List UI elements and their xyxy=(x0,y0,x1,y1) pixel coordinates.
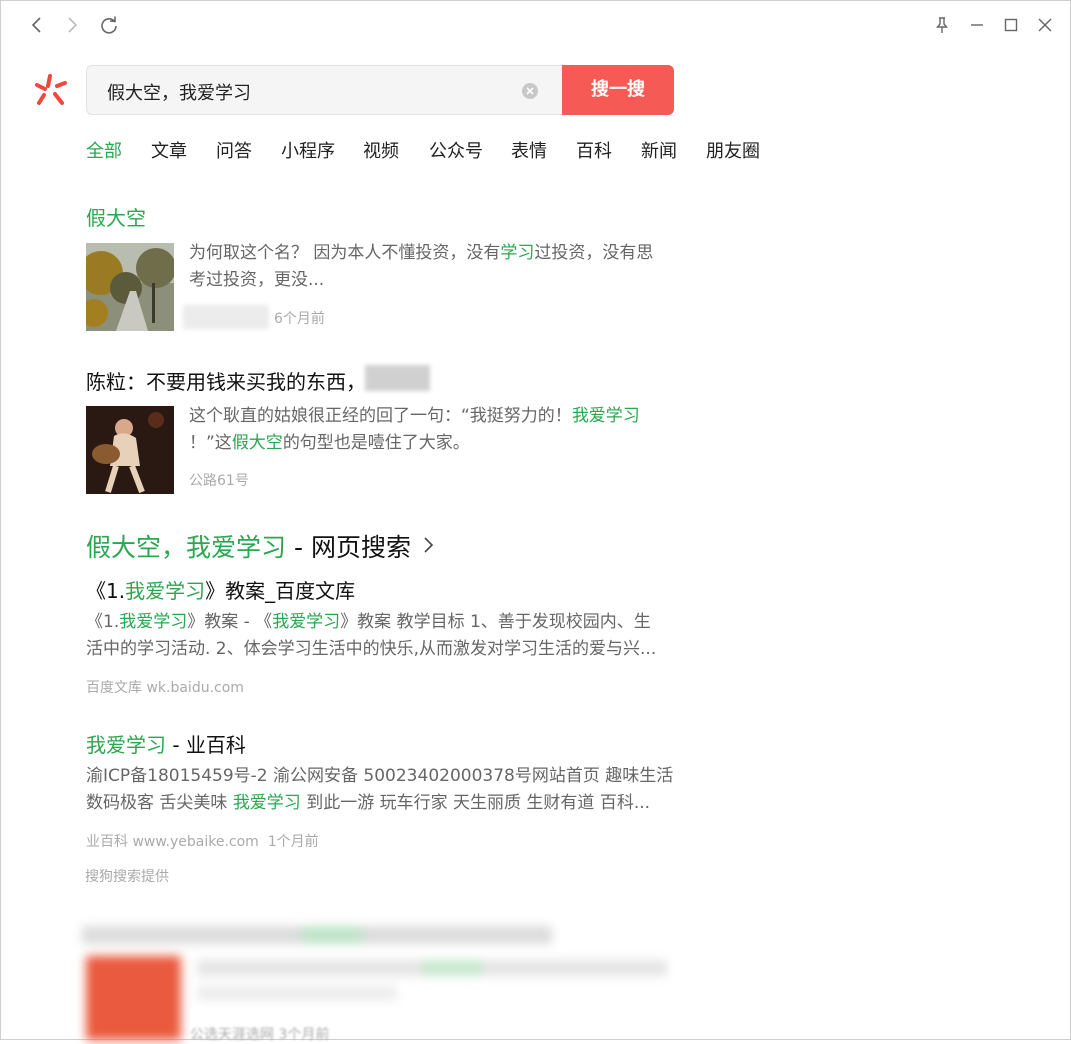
snippet-highlight: 我爱学习 xyxy=(119,612,188,632)
tab-official-accounts[interactable]: 公众号 xyxy=(429,137,483,163)
snippet-highlight: 我爱学习 xyxy=(272,612,341,632)
web-result-source-1: 百度文库 wk.baidu.com xyxy=(86,680,244,696)
tab-videos[interactable]: 视频 xyxy=(363,137,399,163)
tab-encyclopedia[interactable]: 百科 xyxy=(576,137,612,163)
snippet-text: 数码极客 舌尖美味 xyxy=(86,793,233,813)
snippet-text: 渝ICP备18015459号-2 渝公网安备 50023402000378号网站… xyxy=(86,766,674,786)
title-bar xyxy=(0,0,1071,50)
tab-news[interactable]: 新闻 xyxy=(641,137,677,163)
tab-mini-programs[interactable]: 小程序 xyxy=(281,137,335,163)
logo-icon xyxy=(33,72,69,108)
pin-icon[interactable] xyxy=(931,14,953,36)
snippet-text: 过投资，没有思 xyxy=(534,243,654,263)
snippet-text: ！”这 xyxy=(189,433,232,453)
search-query-text[interactable]: 假大空，我爱学习 xyxy=(107,79,251,105)
article-thumbnail-2[interactable] xyxy=(86,406,174,494)
web-result-title-1[interactable]: 《1.我爱学习》教案_百度文库 xyxy=(86,575,355,604)
separator: - xyxy=(286,533,311,562)
minimize-icon[interactable] xyxy=(966,14,988,36)
forward-icon[interactable] xyxy=(61,14,83,36)
tab-moments[interactable]: 朋友圈 xyxy=(706,137,760,163)
snippet-highlight: 我爱学习 xyxy=(571,406,640,426)
snippet-text: 考过投资，更没... xyxy=(189,270,325,290)
snippet-text: 为何取这个名？ 因为本人不懂投资，没有 xyxy=(189,243,501,263)
tab-qa[interactable]: 问答 xyxy=(216,137,252,163)
snippet-highlight: 假大空 xyxy=(231,433,283,453)
chevron-right-icon[interactable] xyxy=(421,535,435,555)
blurred-result xyxy=(72,920,672,1040)
redacted-title-part xyxy=(365,365,430,391)
snippet-highlight: 学习 xyxy=(500,243,535,263)
web-result-title-2[interactable]: 我爱学习 - 业百科 xyxy=(86,729,246,758)
web-search-label: 网页搜索 xyxy=(310,533,411,562)
web-result-source-2: 业百科 www.yebaike.com 1个月前 xyxy=(86,831,319,851)
snippet-text: 》教案 - 《 xyxy=(187,612,273,632)
snippet-text: 》教案 教学目标 1、善于发现校园内、生 xyxy=(340,612,651,632)
article-snippet-1: 为何取这个名？ 因为本人不懂投资，没有学习过投资，没有思 考过投资，更没... xyxy=(189,240,669,294)
refresh-icon[interactable] xyxy=(98,14,120,36)
snippet-text: 的句型也是噎住了大家。 xyxy=(282,433,470,453)
title-highlight: 我爱学习 xyxy=(125,579,206,603)
source-text: 业百科 www.yebaike.com xyxy=(86,834,259,850)
snippet-text: 这个耿直的姑娘很正经的回了一句：“我挺努力的！ xyxy=(189,406,572,426)
blurred-meta: 公选天涯选网 3个月前 xyxy=(190,1027,330,1043)
article-snippet-2: 这个耿直的姑娘很正经的回了一句：“我挺努力的！我爱学习 ！”这假大空的句型也是噎… xyxy=(189,403,679,457)
web-search-query: 假大空，我爱学习 xyxy=(86,533,287,562)
snippet-text: 到此一游 玩车行家 天生丽质 生财有道 百科... xyxy=(300,793,651,813)
article-title-2[interactable]: 陈粒：不要用钱来买我的东西， xyxy=(86,366,366,395)
web-result-snippet-2: 渝ICP备18015459号-2 渝公网安备 50023402000378号网站… xyxy=(86,763,676,817)
title-text: - 业百科 xyxy=(166,733,246,757)
snippet-highlight: 我爱学习 xyxy=(232,793,301,813)
search-button[interactable]: 搜一搜 xyxy=(562,65,674,115)
back-icon[interactable] xyxy=(26,14,48,36)
article-time-1: 6个月前 xyxy=(274,311,325,327)
web-search-header[interactable]: 假大空，我爱学习 - 网页搜索 xyxy=(86,528,411,564)
search-input[interactable]: 假大空，我爱学习 xyxy=(86,65,562,115)
tab-stickers[interactable]: 表情 xyxy=(511,137,547,163)
title-highlight: 我爱学习 xyxy=(86,733,166,757)
maximize-icon[interactable] xyxy=(1000,14,1022,36)
article-source-2: 公路61号 xyxy=(189,473,249,489)
redacted-source xyxy=(183,305,269,329)
close-icon[interactable] xyxy=(1034,14,1056,36)
article-thumbnail-1[interactable] xyxy=(86,243,174,331)
title-text: 《1. xyxy=(86,579,126,603)
tab-articles[interactable]: 文章 xyxy=(151,137,187,163)
title-text: 》教案_百度文库 xyxy=(205,579,356,603)
time-text: 1个月前 xyxy=(267,834,319,850)
tab-all[interactable]: 全部 xyxy=(86,137,122,163)
web-result-snippet-1: 《1.我爱学习》教案 - 《我爱学习》教案 教学目标 1、善于发现校园内、生 活… xyxy=(86,609,676,663)
snippet-text: 《1. xyxy=(86,612,120,632)
article-title-1[interactable]: 假大空 xyxy=(86,202,146,231)
snippet-text: 活中的学习活动. 2、体会学习生活中的快乐,从而激发对学习生活的爱与兴... xyxy=(86,639,657,659)
clear-icon[interactable] xyxy=(521,82,539,100)
provider-note: 搜狗搜索提供 xyxy=(85,869,169,885)
